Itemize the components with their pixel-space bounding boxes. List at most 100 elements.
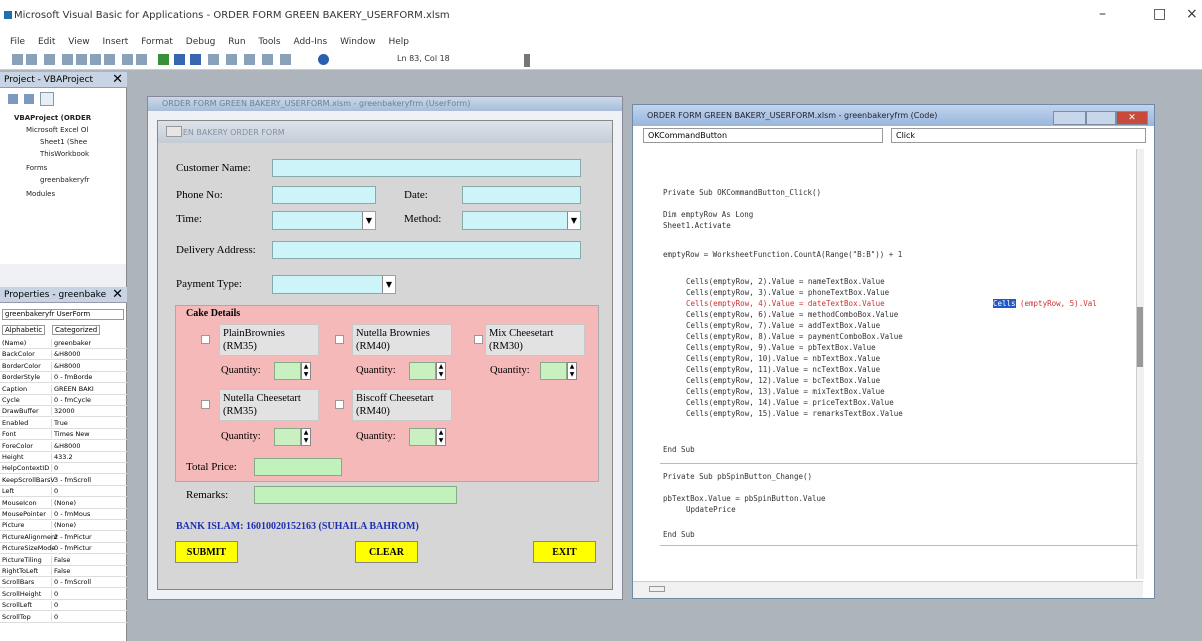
save-icon[interactable]: [44, 54, 55, 65]
property-row[interactable]: ForeColor &H8000: [0, 441, 127, 452]
property-row[interactable]: PictureAlignment2 - fmPictur: [0, 532, 127, 543]
spin-button[interactable]: ▲ ▼: [436, 362, 446, 380]
exit-button[interactable]: EXIT: [533, 541, 596, 563]
property-value[interactable]: 3 - fmScroll: [52, 476, 91, 484]
menu-tools[interactable]: Tools: [258, 34, 280, 50]
run-icon[interactable]: [158, 54, 169, 65]
break-icon[interactable]: [174, 54, 185, 65]
property-value[interactable]: 433.2: [52, 453, 73, 461]
spin-button[interactable]: ▲ ▼: [301, 362, 311, 380]
minimize-button[interactable]: –: [1099, 6, 1106, 22]
property-row[interactable]: ScrollBars 0 - fmScroll: [0, 578, 127, 589]
property-row[interactable]: DrawBuffer 32000: [0, 407, 127, 418]
property-value[interactable]: False: [52, 556, 70, 564]
menu-format[interactable]: Format: [141, 34, 173, 50]
property-row[interactable]: PictureSizeMode0 - fmPictur: [0, 544, 127, 555]
property-value[interactable]: 2 - fmPictur: [52, 533, 92, 541]
property-value[interactable]: &H8000: [52, 362, 81, 370]
undo-icon[interactable]: [122, 54, 133, 65]
property-row[interactable]: PictureTiling False: [0, 555, 127, 566]
property-value[interactable]: 0 - fmMous: [52, 510, 90, 518]
tree-node-forms[interactable]: Forms: [26, 164, 47, 172]
tree-node-greenbakeryfrm[interactable]: greenbakeryfr: [40, 176, 89, 184]
property-value[interactable]: 0: [52, 464, 58, 472]
total-price-input[interactable]: [254, 458, 342, 476]
minimize-button[interactable]: [1053, 111, 1086, 125]
property-row[interactable]: Cycle 0 - fmCycle: [0, 396, 127, 406]
properties-window-icon[interactable]: [244, 54, 255, 65]
tab-categorized[interactable]: Categorized: [52, 325, 101, 335]
property-row[interactable]: BackColor &H8000: [0, 350, 127, 361]
project-explorer-icon[interactable]: [226, 54, 237, 65]
toggle-folders-icon[interactable]: [40, 92, 54, 106]
property-value[interactable]: 0 - fmCycle: [52, 396, 91, 404]
date-input[interactable]: [462, 186, 581, 204]
spin-button[interactable]: ▲ ▼: [301, 428, 311, 446]
property-row[interactable]: BorderColor &H8000: [0, 361, 127, 372]
payment-type-combobox[interactable]: ▼: [272, 275, 396, 294]
selected-text[interactable]: Cells: [993, 299, 1016, 308]
cut-icon[interactable]: [62, 54, 73, 65]
property-value[interactable]: 0: [52, 590, 58, 598]
close-icon[interactable]: ✕: [1116, 111, 1148, 125]
close-icon[interactable]: ✕: [112, 72, 123, 87]
property-row[interactable]: Picture (None): [0, 521, 127, 532]
menu-window[interactable]: Window: [340, 34, 376, 50]
view-code-icon[interactable]: [8, 94, 18, 104]
property-row[interactable]: MousePointer 0 - fmMous: [0, 510, 127, 520]
spin-button[interactable]: ▲ ▼: [567, 362, 577, 380]
tree-node-vbaproject[interactable]: VBAProject (ORDER: [14, 114, 91, 122]
property-value[interactable]: 0: [52, 613, 58, 621]
menu-view[interactable]: View: [68, 34, 89, 50]
redo-icon[interactable]: [136, 54, 147, 65]
biscoff-cheesetart-checkbox[interactable]: [335, 400, 344, 409]
chevron-down-icon[interactable]: ▼: [382, 276, 395, 293]
insert-userform-icon[interactable]: [26, 54, 37, 65]
chevron-down-icon[interactable]: ▼: [362, 212, 375, 229]
excel-icon[interactable]: [12, 54, 23, 65]
design-mode-icon[interactable]: [208, 54, 219, 65]
chevron-down-icon[interactable]: ▼: [567, 212, 580, 229]
object-selector[interactable]: greenbakeryfr UserForm: [2, 309, 124, 320]
menu-debug[interactable]: Debug: [186, 34, 216, 50]
remarks-input[interactable]: [254, 486, 457, 504]
maximize-button[interactable]: □: [1153, 6, 1166, 22]
property-row[interactable]: ScrollHeight 0: [0, 589, 127, 600]
maximize-button[interactable]: [1086, 111, 1116, 125]
property-value[interactable]: greenbaker: [52, 339, 91, 347]
method-combobox[interactable]: ▼: [462, 211, 581, 230]
property-row[interactable]: Left 0: [0, 487, 127, 498]
clear-button[interactable]: CLEAR: [355, 541, 418, 563]
property-row[interactable]: ScrollLeft 0: [0, 601, 127, 612]
procedure-view-icon[interactable]: [649, 586, 665, 592]
close-icon[interactable]: ✕: [112, 287, 123, 302]
property-row[interactable]: KeepScrollBarsV3 - fmScroll: [0, 475, 127, 486]
property-row[interactable]: ScrollTop 0: [0, 612, 127, 623]
property-row[interactable]: Enabled True: [0, 418, 127, 429]
reset-icon[interactable]: [190, 54, 201, 65]
property-value[interactable]: (None): [52, 499, 76, 507]
close-button[interactable]: ×: [1186, 6, 1198, 22]
time-combobox[interactable]: ▼: [272, 211, 376, 230]
property-value[interactable]: 0 - fmScroll: [52, 578, 91, 586]
property-value[interactable]: &H8000: [52, 442, 81, 450]
toolbar-grip[interactable]: [524, 54, 530, 67]
property-value[interactable]: GREEN BAKI: [52, 385, 94, 393]
property-row[interactable]: (Name) greenbaker: [0, 339, 127, 349]
nutella-brownies-checkbox[interactable]: [335, 335, 344, 344]
menu-edit[interactable]: Edit: [38, 34, 55, 50]
property-row[interactable]: HelpContextID 0: [0, 464, 127, 475]
property-row[interactable]: RightToLeft False: [0, 567, 127, 577]
submit-button[interactable]: SUBMIT: [175, 541, 238, 563]
property-value[interactable]: 0 - fmPictur: [52, 544, 92, 552]
close-box-icon[interactable]: [166, 126, 182, 137]
plain-brownies-quantity-input[interactable]: [274, 362, 301, 380]
copy-icon[interactable]: [76, 54, 87, 65]
code-editor[interactable]: Private Sub OKCommandButton_Click() Dim …: [632, 140, 1142, 570]
horizontal-scrollbar[interactable]: [633, 581, 1143, 598]
tree-node-excel-objects[interactable]: Microsoft Excel Ol: [26, 126, 88, 134]
property-value[interactable]: 32000: [52, 407, 75, 415]
customer-name-input[interactable]: [272, 159, 581, 177]
menu-help[interactable]: Help: [388, 34, 409, 50]
help-icon[interactable]: [318, 54, 329, 65]
